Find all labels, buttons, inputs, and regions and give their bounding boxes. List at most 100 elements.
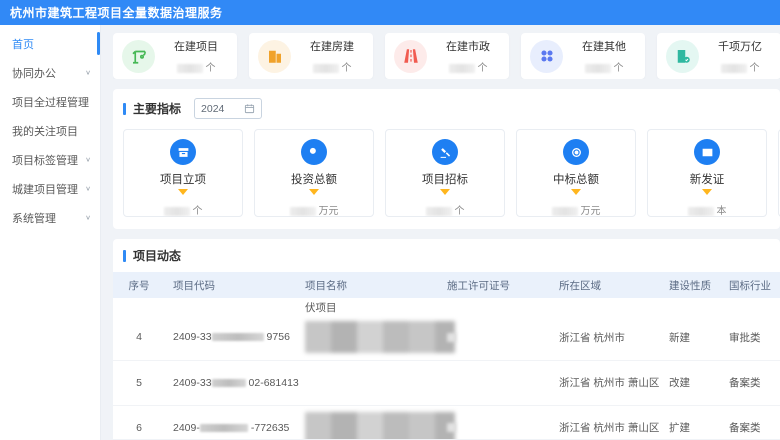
- cell-no: 4: [113, 315, 165, 360]
- stat-card-other[interactable]: 在建其他 个: [521, 33, 645, 79]
- col-header-industry[interactable]: 国标行业: [721, 272, 780, 298]
- table-row-partial[interactable]: 伏项目: [113, 298, 780, 315]
- stat-card-unit: 个: [206, 63, 216, 74]
- section-accent-bar: [123, 103, 126, 115]
- cell-project-code: 2409-339756: [165, 315, 297, 360]
- building-badge-icon: [666, 40, 699, 73]
- cell-project-code: 2409-3302-681413: [165, 360, 297, 405]
- indicator-label: 项目立项: [124, 171, 242, 187]
- col-header-name[interactable]: 项目名称: [297, 272, 439, 298]
- indicator-unit: 万元: [319, 206, 339, 217]
- col-header-nature[interactable]: 建设性质: [661, 272, 721, 298]
- triangle-down-icon: [440, 189, 450, 195]
- section-title-dynamics: 项目动态: [133, 247, 181, 264]
- stat-card-row: 在建项目 个 在建房建 个: [113, 33, 780, 79]
- sidebar-item-tag-management[interactable]: 项目标签管理 ∨: [0, 145, 100, 174]
- table-row[interactable]: 4 2409-339756 浙江省 杭州市 新建 审批类: [113, 315, 780, 360]
- sidebar-item-urban-projects[interactable]: 城建项目管理 ∨: [0, 174, 100, 203]
- stat-card-thousand-trillion[interactable]: 千项万亿 个: [657, 33, 780, 79]
- sidebar-item-home[interactable]: 首页: [0, 29, 100, 58]
- cell-industry: 备案类: [721, 360, 780, 405]
- cell-region: 浙江省 杭州市: [551, 315, 661, 360]
- sidebar-item-system-management[interactable]: 系统管理 ∨: [0, 203, 100, 232]
- sidebar-item-label: 系统管理: [12, 210, 56, 226]
- sidebar-item-label: 项目全过程管理: [12, 94, 89, 110]
- calendar-icon: [244, 103, 255, 114]
- cell-project-name: [297, 315, 439, 360]
- chevron-down-icon: ∨: [85, 156, 91, 163]
- sidebar-item-followed-projects[interactable]: 我的关注项目: [0, 116, 100, 145]
- indicator-label: 中标总额: [517, 171, 635, 187]
- stat-card-label: 在建房建: [291, 38, 373, 54]
- redacted-value: [552, 207, 578, 216]
- col-header-code[interactable]: 项目代码: [165, 272, 297, 298]
- cell-nature: 扩建: [661, 405, 721, 439]
- triangle-down-icon: [571, 189, 581, 195]
- indicator-card-new-certificates[interactable]: 新发证 本: [647, 129, 767, 217]
- indicator-label: 项目招标: [386, 171, 504, 187]
- sidebar-item-collab-office[interactable]: 协同办公 ∨: [0, 58, 100, 87]
- stat-card-projects[interactable]: 在建项目 个: [113, 33, 237, 79]
- section-title-indicators: 主要指标: [133, 100, 181, 117]
- sidebar-item-label: 项目标签管理: [12, 152, 78, 168]
- indicator-unit: 个: [455, 206, 465, 217]
- app-header: 杭州市建筑工程项目全量数据治理服务: [0, 0, 780, 25]
- redacted-value: [585, 64, 611, 73]
- indicator-unit: 本: [717, 206, 727, 217]
- sidebar-item-project-process[interactable]: 项目全过程管理: [0, 87, 100, 116]
- stat-card-label: 在建其他: [563, 38, 645, 54]
- redacted-value: [212, 333, 264, 341]
- medal-icon: [563, 139, 589, 165]
- stat-card-unit: 个: [478, 63, 488, 74]
- coins-icon: [301, 139, 327, 165]
- cell-permit-no: [439, 360, 551, 405]
- indicator-unit: 万元: [581, 206, 601, 217]
- cell-project-name: [297, 405, 439, 439]
- crane-icon: [122, 40, 155, 73]
- year-picker[interactable]: 2024: [194, 98, 262, 119]
- sidebar-item-label: 协同办公: [12, 65, 56, 81]
- main-indicators-panel: 主要指标 2024 项目立项 个: [113, 89, 780, 229]
- cell-permit-no: [439, 315, 551, 360]
- redacted-value: [290, 207, 316, 216]
- redacted-value: [305, 321, 455, 353]
- sidebar-item-label: 首页: [12, 36, 34, 52]
- indicator-card-project-initiation[interactable]: 项目立项 个: [123, 129, 243, 217]
- redacted-value: [164, 207, 190, 216]
- redacted-value: [305, 412, 455, 440]
- cell-no: 5: [113, 360, 165, 405]
- col-header-no[interactable]: 序号: [113, 272, 165, 298]
- stat-card-label: 在建市政: [427, 38, 509, 54]
- col-header-region[interactable]: 所在区域: [551, 272, 661, 298]
- main-content: 在建项目 个 在建房建 个: [101, 25, 780, 440]
- redacted-value: [447, 423, 456, 432]
- table-row[interactable]: 6 2409--772635 浙江省 杭州市 萧山区 扩建 备案类: [113, 405, 780, 439]
- cell-region: 浙江省 杭州市 萧山区: [551, 405, 661, 439]
- indicator-card-project-bidding[interactable]: 项目招标 个: [385, 129, 505, 217]
- redacted-value: [212, 379, 246, 387]
- indicator-card-total-investment[interactable]: 投资总额 万元: [254, 129, 374, 217]
- stat-card-municipal[interactable]: 在建市政 个: [385, 33, 509, 79]
- triangle-down-icon: [702, 189, 712, 195]
- table-row[interactable]: 5 2409-3302-681413 浙江省 杭州市 萧山区 改建 备案类: [113, 360, 780, 405]
- gavel-icon: [432, 139, 458, 165]
- stat-card-unit: 个: [750, 63, 760, 74]
- cell-permit-no: [439, 405, 551, 439]
- cell-industry: 备案类: [721, 405, 780, 439]
- chevron-down-icon: ∨: [85, 185, 91, 192]
- indicator-card-winning-bid-total[interactable]: 中标总额 万元: [516, 129, 636, 217]
- triangle-down-icon: [178, 189, 188, 195]
- redacted-value: [426, 207, 452, 216]
- redacted-value: [721, 64, 747, 73]
- four-dots-icon: [530, 40, 563, 73]
- stat-card-label: 在建项目: [155, 38, 237, 54]
- stat-card-unit: 个: [342, 63, 352, 74]
- project-dynamics-table: 序号 项目代码 项目名称 施工许可证号 所在区域 建设性质 国标行业 伏项目: [113, 272, 780, 439]
- road-icon: [394, 40, 427, 73]
- col-header-permit[interactable]: 施工许可证号: [439, 272, 551, 298]
- cell-industry: 审批类: [721, 315, 780, 360]
- sidebar-item-label: 我的关注项目: [12, 123, 78, 139]
- sidebar-item-label: 城建项目管理: [12, 181, 78, 197]
- stat-card-housing[interactable]: 在建房建 个: [249, 33, 373, 79]
- stat-card-unit: 个: [614, 63, 624, 74]
